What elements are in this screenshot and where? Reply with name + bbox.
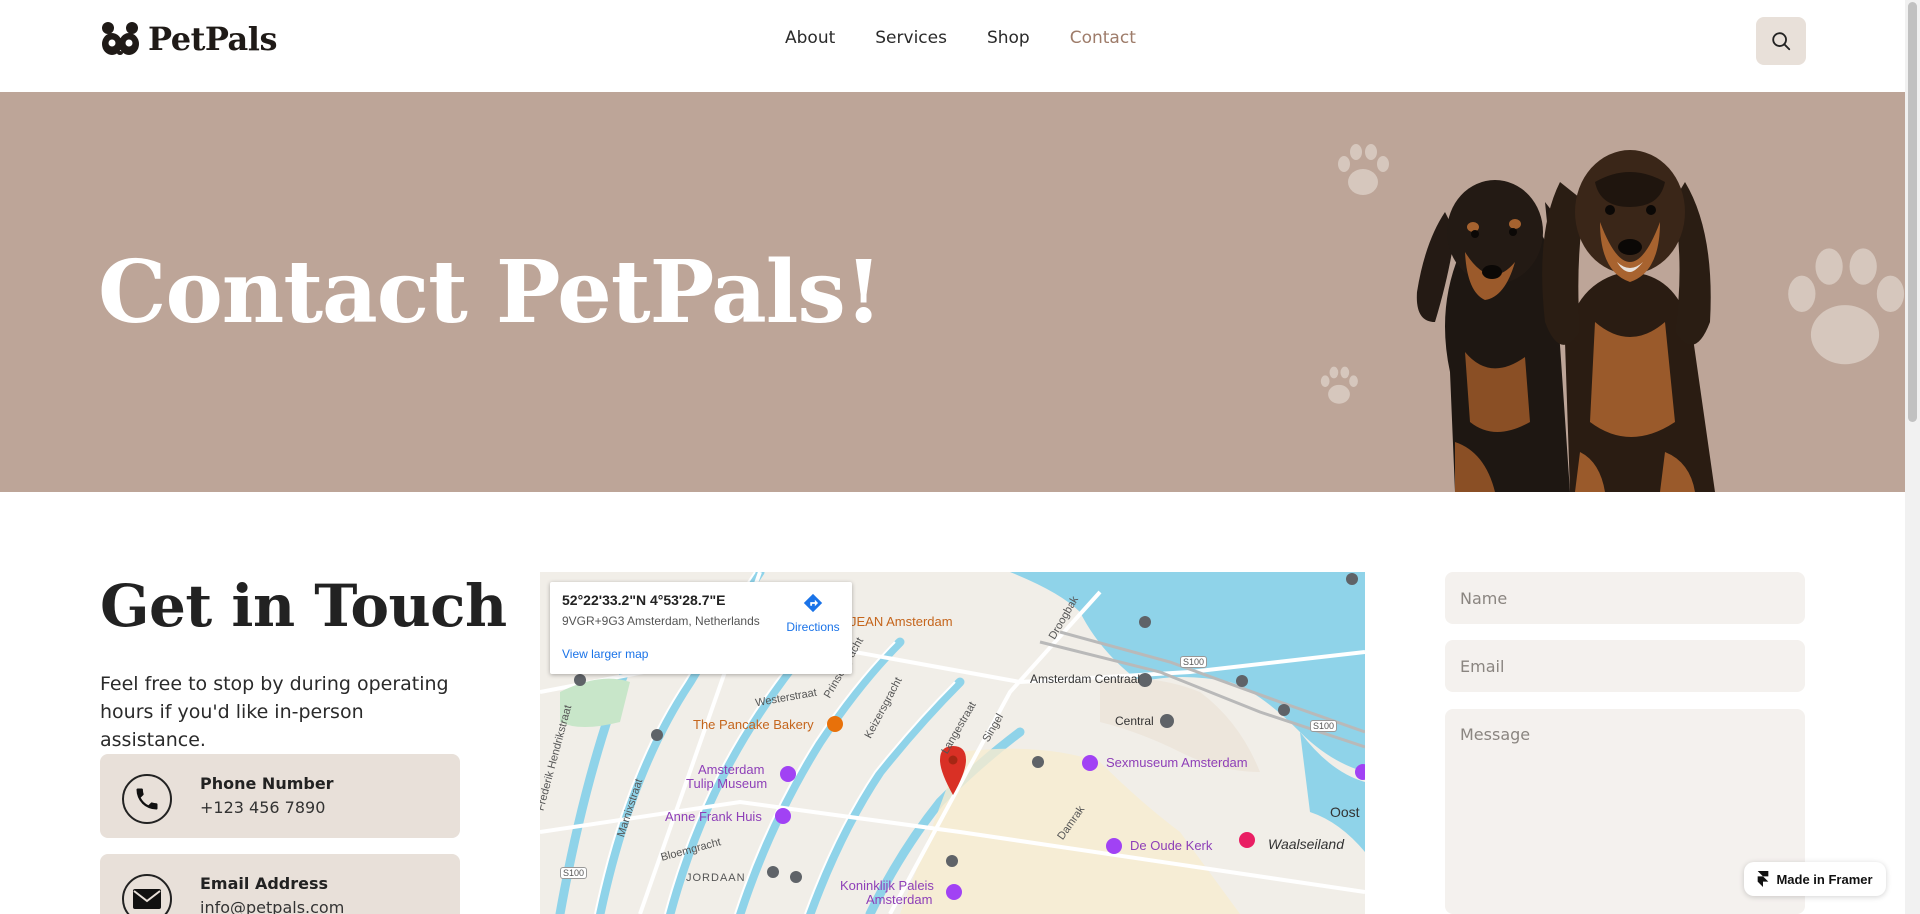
page-scrollbar[interactable] xyxy=(1905,0,1920,914)
map-info-card: 52°22'33.2"N 4°53'28.7"E 9VGR+9G3 Amster… xyxy=(550,582,852,674)
email-value: info@petpals.com xyxy=(200,898,345,914)
map-label-s100-b: S100 xyxy=(1310,720,1338,732)
map-label-anne-frank[interactable]: Anne Frank Huis xyxy=(665,809,762,824)
name-input[interactable] xyxy=(1445,572,1805,624)
map-label-jordaan: JORDAAN xyxy=(686,872,746,884)
map-label-waalseiland[interactable]: Waalseiland xyxy=(1268,836,1344,852)
map-label-tulip-1[interactable]: Amsterdam xyxy=(698,762,764,777)
map-address: 9VGR+9G3 Amsterdam, Netherlands xyxy=(562,614,760,628)
hero-title: Contact PetPals! xyxy=(98,242,883,343)
map-coordinates: 52°22'33.2"N 4°53'28.7"E xyxy=(562,592,726,608)
nav-links: About Services Shop Contact xyxy=(785,28,1176,48)
made-in-framer-badge[interactable]: Made in Framer xyxy=(1744,862,1886,896)
paw-print-icon xyxy=(1338,144,1389,195)
map-label-koninklijk-1[interactable]: Koninklijk Paleis xyxy=(840,878,934,893)
email-input[interactable] xyxy=(1445,640,1805,692)
map-label-s100-c: S100 xyxy=(560,867,588,879)
dachshund-dogs-image xyxy=(1416,150,1715,492)
panda-logo-icon xyxy=(102,22,139,55)
directions-icon xyxy=(803,593,823,613)
map-label-centraal[interactable]: Amsterdam Centraal xyxy=(1030,672,1140,686)
brand-name: PetPals xyxy=(148,20,277,58)
hero-banner: Contact PetPals! xyxy=(0,92,1905,492)
phone-card[interactable]: Phone Number +123 456 7890 xyxy=(100,754,460,838)
search-icon xyxy=(1772,32,1791,51)
map-label-tulip-2[interactable]: Tulip Museum xyxy=(686,776,767,791)
email-label: Email Address xyxy=(200,874,329,893)
map-label-central[interactable]: Central xyxy=(1115,714,1154,728)
framer-badge-label: Made in Framer xyxy=(1776,871,1873,887)
map-label-koninklijk-2[interactable]: Amsterdam xyxy=(866,892,932,907)
scrollbar-thumb[interactable] xyxy=(1908,2,1917,422)
directions-button[interactable]: Directions xyxy=(778,592,848,634)
map-label-oost: Oost xyxy=(1330,804,1360,820)
contact-title: Get in Touch xyxy=(100,572,507,640)
location-map[interactable]: The Pancake Bakery Amsterdam Tulip Museu… xyxy=(540,572,1365,914)
nav-link-shop[interactable]: Shop xyxy=(987,28,1030,48)
email-card[interactable]: Email Address info@petpals.com xyxy=(100,854,460,914)
view-larger-map-link[interactable]: View larger map xyxy=(562,647,648,661)
map-label-s100-a: S100 xyxy=(1180,656,1208,668)
nav-link-services[interactable]: Services xyxy=(875,28,947,48)
brand-logo[interactable]: PetPals xyxy=(100,20,277,58)
top-nav: PetPals About Services Shop Contact xyxy=(0,0,1905,92)
map-label-jean[interactable]: JEAN Amsterdam xyxy=(850,614,953,629)
phone-value: +123 456 7890 xyxy=(200,798,326,817)
framer-logo-icon xyxy=(1758,871,1769,887)
mail-icon xyxy=(122,874,172,914)
map-label-pancake[interactable]: The Pancake Bakery xyxy=(693,717,814,732)
paw-print-icon xyxy=(1320,366,1358,404)
phone-label: Phone Number xyxy=(200,774,334,793)
paw-print-icon xyxy=(1788,248,1905,365)
search-button[interactable] xyxy=(1756,17,1806,65)
phone-icon xyxy=(122,774,172,824)
nav-link-contact[interactable]: Contact xyxy=(1070,28,1136,48)
map-label-sexmuseum[interactable]: Sexmuseum Amsterdam xyxy=(1106,755,1248,770)
contact-description: Feel free to stop by during operating ho… xyxy=(100,673,449,751)
directions-label: Directions xyxy=(786,620,840,634)
map-label-oude-kerk[interactable]: De Oude Kerk xyxy=(1130,838,1212,853)
nav-link-about[interactable]: About xyxy=(785,28,835,48)
